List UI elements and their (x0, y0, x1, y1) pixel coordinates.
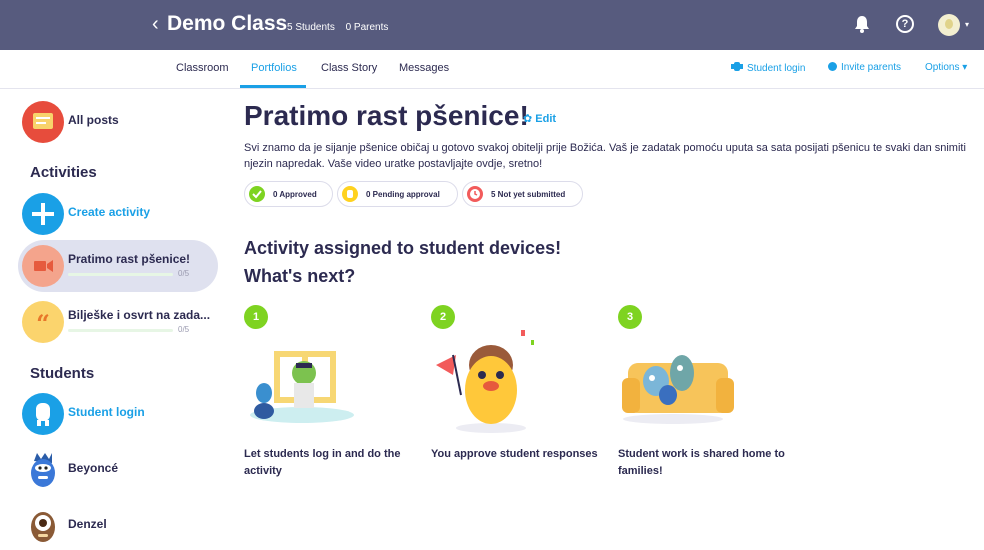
pending-label: 0 Pending approval (366, 190, 440, 199)
create-activity-label: Create activity (68, 205, 151, 219)
assigned-heading: Activity assigned to student devices! (244, 238, 562, 258)
sidebar: All posts Activities Create activity Pra… (0, 88, 230, 544)
active-tab-indicator (240, 85, 306, 88)
top-bar: ‹ Demo Class 5 Students 0 Parents ? ▾ (0, 0, 984, 50)
student-login-link[interactable]: Student login (731, 62, 805, 74)
quote-icon: “ (22, 301, 64, 343)
student-name: Beyoncé (68, 461, 119, 475)
activity-1-name: Pratimo rast pšenice! (68, 252, 191, 266)
teacher-approving-illustration (436, 330, 534, 433)
pending-icon (342, 186, 358, 202)
back-chevron-icon[interactable]: ‹ (152, 14, 159, 34)
options-label: Options (925, 62, 960, 73)
activity-description: Svi znamo da je sijanje pšenice običaj u… (244, 142, 966, 170)
students-at-devices-illustration (250, 351, 354, 423)
activity-2-progress-text: 0/5 (178, 325, 190, 334)
student-name: Denzel (68, 517, 107, 531)
clock-icon (467, 186, 483, 202)
activities-heading: Activities (30, 164, 97, 181)
activity-1-progress-bar (68, 273, 173, 276)
activity-2-name: Bilješke i osvrt na zada... (68, 308, 211, 322)
edit-label: Edit (535, 113, 557, 125)
invite-parents-label: Invite parents (841, 62, 902, 73)
step-1-text: Let students log in and do the activity (244, 448, 401, 477)
activity-2-progress-bar (68, 329, 173, 332)
students-count: 5 Students (287, 22, 335, 33)
invite-icon (828, 62, 837, 71)
students-heading: Students (30, 365, 95, 382)
student-login-icon (731, 62, 743, 71)
gear-icon: ✿ (523, 113, 533, 125)
sidebar-student[interactable]: Beyoncé (18, 446, 218, 494)
sidebar-item-activity-2[interactable]: “ Bilješke i osvrt na zada... 0/5 (18, 298, 218, 346)
all-posts-icon (22, 101, 64, 143)
bell-icon[interactable] (854, 15, 870, 33)
parents-count: 0 Parents (345, 22, 389, 33)
activity-1-progress-text: 0/5 (178, 269, 190, 278)
help-icon[interactable]: ? (896, 15, 914, 33)
class-name[interactable]: Demo Class (167, 12, 287, 36)
student-login-label: Student login (747, 63, 806, 74)
edit-link[interactable]: ✿ Edit (523, 112, 556, 125)
monster-avatar-icon (31, 512, 55, 542)
approved-label: 0 Approved (273, 190, 317, 199)
video-camera-icon (22, 245, 64, 287)
chevron-down-icon[interactable]: ▾ (965, 20, 969, 29)
plus-icon (22, 193, 64, 235)
sidebar-item-all-posts[interactable]: All posts (18, 98, 218, 146)
tab-messages[interactable]: Messages (399, 62, 449, 74)
tab-portfolios[interactable]: Portfolios (251, 62, 297, 74)
not-submitted-filter[interactable]: 5 Not yet submitted (462, 181, 583, 207)
sidebar-student-login[interactable]: Student login (18, 390, 218, 438)
sidebar-item-activity-1[interactable]: Pratimo rast pšenice! 0/5 (18, 242, 218, 290)
sub-nav: Classroom Portfolios Class Story Message… (0, 50, 984, 89)
student-login-icon (22, 393, 64, 435)
approved-filter[interactable]: 0 Approved (244, 181, 333, 207)
step-3-text: Student work is shared home to families! (618, 448, 785, 477)
pending-filter[interactable]: 0 Pending approval (337, 181, 458, 207)
not-submitted-label: 5 Not yet submitted (491, 190, 566, 199)
monster-avatar-icon (31, 453, 55, 487)
whats-next-heading: What's next? (244, 266, 356, 286)
chevron-down-icon: ▾ (962, 62, 968, 73)
step-2-text: You approve student responses (431, 448, 598, 460)
family-couch-illustration (622, 355, 734, 424)
check-icon (249, 186, 265, 202)
student-login-label: Student login (68, 405, 145, 419)
svg-text:“: “ (36, 309, 50, 338)
create-activity-button[interactable]: Create activity (18, 190, 218, 238)
tab-class-story[interactable]: Class Story (321, 62, 377, 74)
class-counts: 5 Students 0 Parents (287, 22, 396, 33)
all-posts-label: All posts (68, 113, 119, 127)
options-dropdown[interactable]: Options ▾ (925, 62, 967, 73)
sidebar-student[interactable]: Denzel (18, 502, 218, 550)
page-title: Pratimo rast pšenice! (244, 100, 529, 131)
user-avatar[interactable] (938, 14, 960, 36)
tab-classroom[interactable]: Classroom (176, 62, 229, 74)
invite-parents-link[interactable]: Invite parents (828, 62, 901, 73)
